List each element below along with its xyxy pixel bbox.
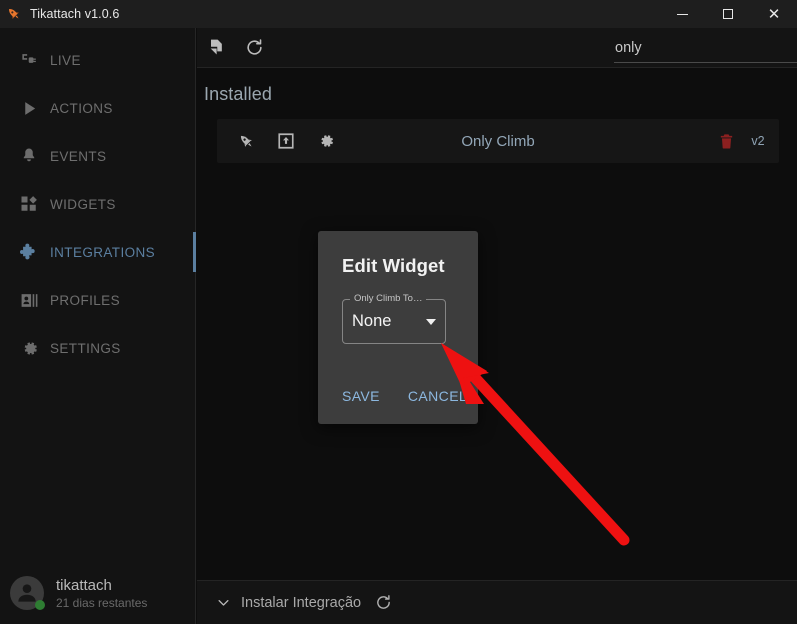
widgets-icon [14,192,44,216]
sidebar-item-label: PROFILES [50,292,120,308]
window-title: Tikattach v1.0.6 [30,7,120,21]
sidebar-item-label: ACTIONS [50,100,113,116]
main-content: Installed [197,28,797,624]
maximize-button[interactable] [705,0,751,28]
install-integration-bar[interactable]: Instalar Integração [197,580,797,624]
play-icon [14,96,44,120]
export-icon[interactable] [266,119,306,163]
puzzle-icon [14,240,44,264]
sidebar-item-settings[interactable]: SETTINGS [0,324,195,372]
chevron-down-icon[interactable] [426,318,436,325]
minimize-button[interactable] [659,0,705,28]
sidebar-nav: LIVE ACTIONS EVENTS WIDGETS INTEGRATIONS… [0,28,196,372]
widget-select-value: None [352,312,392,330]
content-toolbar [197,28,797,68]
save-button[interactable]: SAVE [338,382,384,410]
table-row[interactable]: Only Climb v2 [217,119,779,163]
sidebar-item-label: INTEGRATIONS [50,244,156,260]
install-integration-label: Instalar Integração [241,594,362,611]
page-title: Installed [204,84,272,104]
sidebar-item-events[interactable]: EVENTS [0,132,195,180]
dialog-actions: SAVE CANCEL [338,382,471,410]
active-indicator [193,232,196,272]
profile-card-icon [14,288,44,312]
sidebar-item-actions[interactable]: ACTIONS [0,84,195,132]
sidebar-item-profiles[interactable]: PROFILES [0,276,195,324]
rocket-icon [0,0,28,28]
close-icon: ✕ [767,4,781,23]
search-field [614,37,797,63]
plug-icon [14,48,44,72]
user-info: tikattach 21 dias restantes [56,576,147,611]
application-window: Tikattach v1.0.6 ✕ LIVE ACTIONS EVENTS W… [0,0,797,624]
bell-icon [14,144,44,168]
window-controls: ✕ [659,0,797,28]
sidebar-item-label: SETTINGS [50,340,121,356]
sidebar-item-integrations[interactable]: INTEGRATIONS [0,228,196,276]
sidebar-item-live[interactable]: LIVE [0,36,195,84]
trash-icon[interactable] [709,119,743,163]
file-add-icon[interactable] [197,28,235,68]
gear-icon [14,336,44,360]
row-right-controls: v2 [709,119,779,163]
row-action-icons [217,119,346,163]
user-subscription-status: 21 dias restantes [56,595,148,610]
sidebar-item-label: LIVE [50,52,81,68]
cancel-button[interactable]: CANCEL [404,382,471,410]
dialog-title: Edit Widget [342,255,445,276]
status-dot [35,600,45,610]
user-account[interactable]: tikattach 21 dias restantes [0,562,196,624]
avatar [10,576,45,610]
close-button[interactable]: ✕ [751,0,797,28]
edit-widget-dialog: Edit Widget Only Climb To… None SAVE CAN… [318,231,478,424]
search-input[interactable] [614,37,797,63]
sidebar: LIVE ACTIONS EVENTS WIDGETS INTEGRATIONS… [0,28,196,624]
sidebar-item-widgets[interactable]: WIDGETS [0,180,195,228]
gear-icon[interactable] [306,119,346,163]
version-label: v2 [751,134,765,148]
sidebar-item-label: EVENTS [50,148,107,164]
rocket-icon[interactable] [226,119,266,163]
title-bar: Tikattach v1.0.6 ✕ [0,0,797,28]
refresh-icon[interactable] [235,28,273,68]
sidebar-item-label: WIDGETS [50,196,116,212]
user-name: tikattach [56,576,112,594]
widget-select-label: Only Climb To… [350,293,427,304]
widget-select[interactable]: Only Climb To… None [342,293,446,344]
refresh-icon[interactable] [371,591,395,615]
installed-list: Only Climb v2 [197,105,797,163]
chevron-down-icon[interactable] [209,589,237,617]
